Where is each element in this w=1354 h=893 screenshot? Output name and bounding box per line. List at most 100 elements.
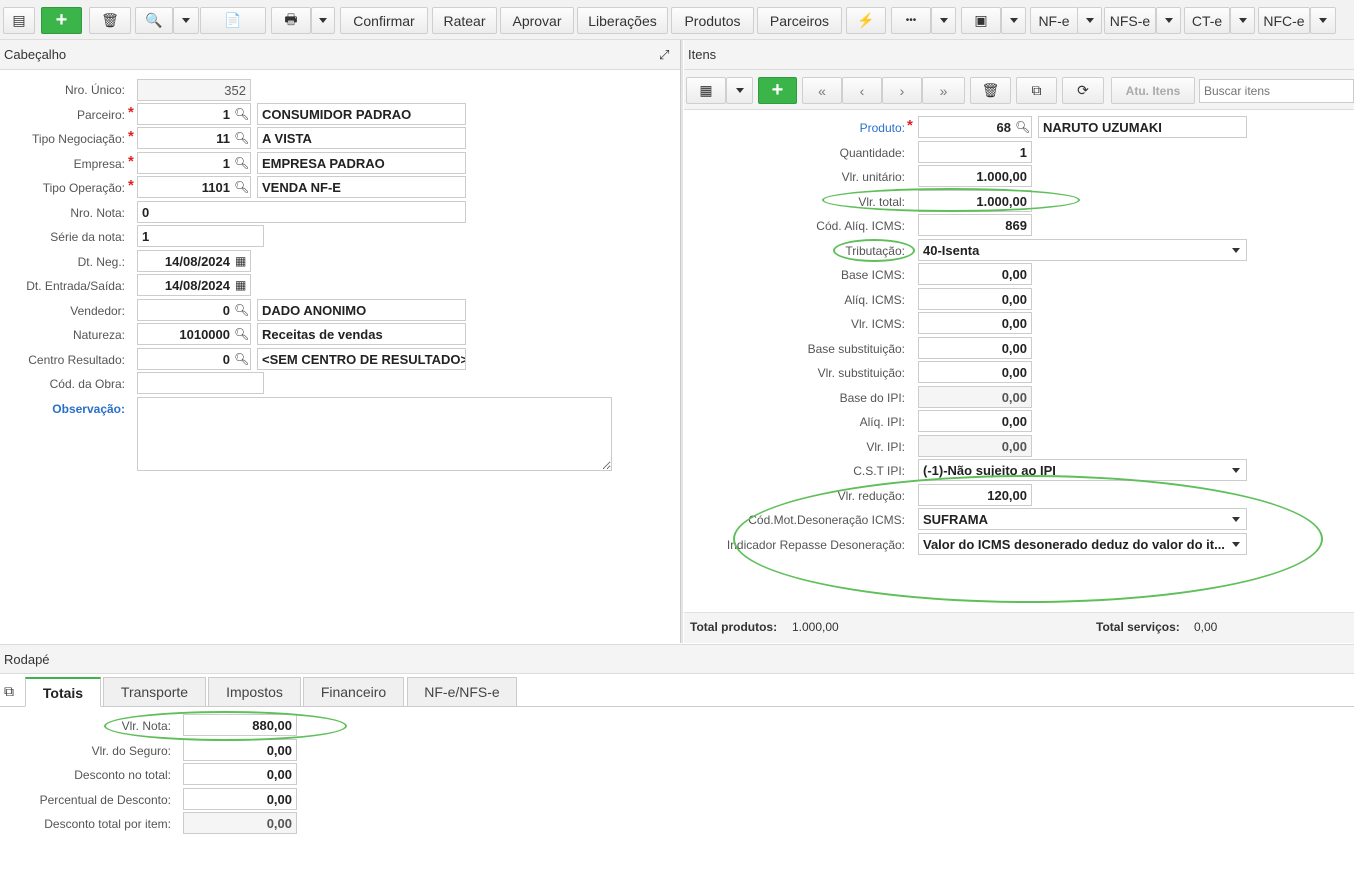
last-record-icon[interactable]: » (922, 77, 965, 104)
map-icon[interactable]: ▣ (961, 7, 1001, 34)
dt-entrada-field[interactable]: 14/08/2024 (137, 274, 251, 296)
copy-icon[interactable]: ⧉ (4, 683, 14, 700)
cod-aliq-icms-field[interactable]: 869 (918, 214, 1032, 236)
cst-ipi-select[interactable]: (-1)-Não sujeito ao IPI (918, 459, 1247, 481)
new-document-icon[interactable]: ▤ (3, 7, 35, 34)
add-item-button[interactable]: + (758, 77, 797, 104)
tributacao-value: 40-Isenta (923, 243, 980, 258)
aliq-ipi-field[interactable]: 0,00 (918, 410, 1032, 432)
cte-button[interactable]: CT-e (1184, 7, 1230, 34)
grid-view-icon[interactable]: ▦ (686, 77, 726, 104)
chevron-down-icon (1232, 542, 1240, 547)
lightning-icon[interactable]: ⚡ (846, 7, 886, 34)
copy-item-icon[interactable]: ⧉ (1016, 77, 1057, 104)
search-icon[interactable]: 🔍︎ (234, 131, 249, 145)
search-icon[interactable]: 🔍︎ (234, 156, 249, 170)
print-dropdown[interactable] (311, 7, 335, 34)
delete-item-icon[interactable]: 🗑 (970, 77, 1011, 104)
more-dropdown[interactable] (931, 7, 956, 34)
panel-splitter[interactable] (680, 40, 683, 643)
nfe-dropdown[interactable] (1077, 7, 1102, 34)
cte-dropdown[interactable] (1230, 7, 1255, 34)
required-marker: * (128, 104, 134, 121)
previous-record-icon[interactable]: ‹ (842, 77, 882, 104)
confirmar-button[interactable]: Confirmar (340, 7, 428, 34)
aliq-icms-field[interactable]: 0,00 (918, 288, 1032, 310)
search-icon[interactable]: 🔍︎ (234, 303, 249, 317)
preview-dropdown[interactable] (173, 7, 199, 34)
base-substituicao-field[interactable]: 0,00 (918, 337, 1032, 359)
next-record-icon[interactable]: › (882, 77, 922, 104)
percentual-desconto-field[interactable]: 0,00 (183, 788, 297, 810)
tab-nfe-nfse[interactable]: NF-e/NFS-e (407, 677, 517, 707)
vlr-substituicao-label: Vlr. substituição: (817, 366, 905, 380)
produto-name-field: NARUTO UZUMAKI (1038, 116, 1247, 138)
cabecalho-title-text: Cabeçalho (4, 47, 67, 62)
calendar-icon[interactable]: ▦ (235, 278, 246, 292)
search-icon[interactable]: 🔍︎ (234, 107, 249, 121)
calendar-icon[interactable]: ▦ (235, 254, 246, 268)
vlr-nota-field[interactable]: 880,00 (183, 714, 297, 736)
expand-icon[interactable]: ⤢ (659, 47, 669, 63)
print-icon[interactable]: 🖶 (271, 7, 311, 34)
atu-itens-button[interactable]: Atu. Itens (1111, 77, 1195, 104)
vlr-icms-field[interactable]: 0,00 (918, 312, 1032, 334)
vlr-reducao-field[interactable]: 120,00 (918, 484, 1032, 506)
nfse-button[interactable]: NFS-e (1104, 7, 1156, 34)
tributacao-label: Tributação: (845, 244, 905, 258)
nro-nota-field[interactable]: 0 (137, 201, 466, 223)
aprovar-button[interactable]: Aprovar (500, 7, 574, 34)
search-icon[interactable]: 🔍︎ (234, 352, 249, 366)
tab-financeiro[interactable]: Financeiro (303, 677, 404, 707)
cod-obra-field[interactable] (137, 372, 264, 394)
desconto-total-field[interactable]: 0,00 (183, 763, 297, 785)
pdf-icon[interactable]: 📄 (200, 7, 266, 34)
cod-mot-desoneracao-select[interactable]: SUFRAMA (918, 508, 1247, 530)
serie-nota-field[interactable]: 1 (137, 225, 264, 247)
vlr-seguro-field[interactable]: 0,00 (183, 739, 297, 761)
add-button[interactable]: + (41, 7, 82, 34)
nfse-dropdown[interactable] (1156, 7, 1181, 34)
tab-impostos[interactable]: Impostos (208, 677, 301, 707)
cabecalho-title: Cabeçalho (0, 40, 680, 70)
base-icms-field[interactable]: 0,00 (918, 263, 1032, 285)
tributacao-select[interactable]: 40-Isenta (918, 239, 1247, 261)
search-icon[interactable]: 🔍︎ (234, 327, 249, 341)
centro-resultado-label: Centro Resultado: (28, 353, 125, 367)
vlr-substituicao-field[interactable]: 0,00 (918, 361, 1032, 383)
nfce-dropdown[interactable] (1310, 7, 1336, 34)
preview-icon[interactable]: 🔍 (135, 7, 173, 34)
observacao-label[interactable]: Observação: (0, 402, 125, 416)
liberacoes-button[interactable]: Liberações (577, 7, 668, 34)
tab-transporte[interactable]: Transporte (103, 677, 206, 707)
grid-view-dropdown[interactable] (726, 77, 753, 104)
quantidade-field[interactable]: 1 (918, 141, 1032, 163)
map-dropdown[interactable] (1001, 7, 1026, 34)
vlr-unitario-field[interactable]: 1.000,00 (918, 165, 1032, 187)
ratear-button[interactable]: Ratear (432, 7, 497, 34)
observacao-textarea[interactable] (137, 397, 612, 471)
tipo-negociacao-label: Tipo Negociação: (32, 132, 125, 146)
indicador-repasse-select[interactable]: Valor do ICMS desonerado deduz do valor … (918, 533, 1247, 555)
base-ipi-field: 0,00 (918, 386, 1032, 408)
delete-icon[interactable]: 🗑 (89, 7, 131, 34)
parceiros-button[interactable]: Parceiros (757, 7, 842, 34)
produto-label[interactable]: Produto: (684, 121, 905, 135)
cod-obra-label: Cód. da Obra: (49, 377, 125, 391)
nro-nota-label: Nro. Nota: (70, 206, 125, 220)
tab-totais[interactable]: Totais (25, 677, 101, 707)
vlr-total-field[interactable]: 1.000,00 (918, 190, 1032, 212)
nfce-button[interactable]: NFC-e (1258, 7, 1310, 34)
nfe-button[interactable]: NF-e (1030, 7, 1078, 34)
aliq-ipi-label: Alíq. IPI: (859, 415, 905, 429)
dt-neg-field[interactable]: 14/08/2024 (137, 250, 251, 272)
search-icon[interactable]: 🔍︎ (1015, 120, 1030, 134)
search-items-input[interactable] (1199, 79, 1354, 103)
search-icon[interactable]: 🔍︎ (234, 180, 249, 194)
first-record-icon[interactable]: « (802, 77, 842, 104)
refresh-icon[interactable]: ⟳ (1062, 77, 1104, 104)
vlr-icms-label: Vlr. ICMS: (850, 317, 905, 331)
more-button[interactable]: ••• (891, 7, 931, 34)
parceiro-name-field: CONSUMIDOR PADRAO (257, 103, 466, 125)
produtos-button[interactable]: Produtos (671, 7, 754, 34)
